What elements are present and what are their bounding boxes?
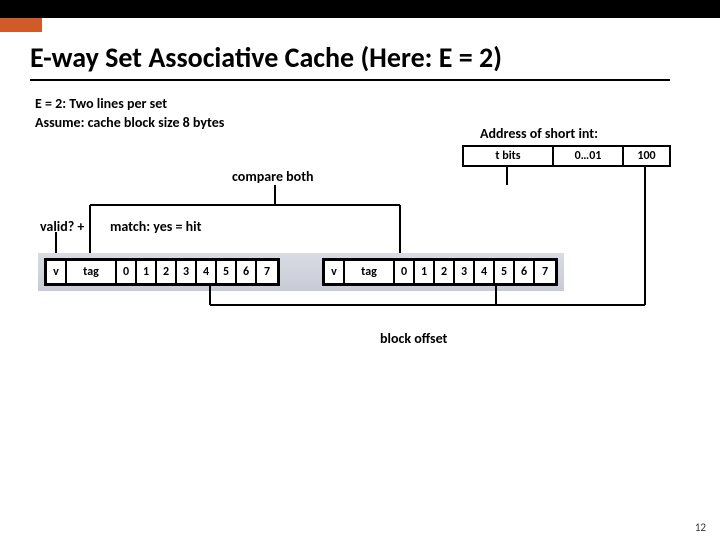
line1-b0: 0	[395, 261, 415, 283]
block-offset-label: block offset	[380, 330, 447, 347]
line1-b6: 6	[515, 261, 535, 283]
subtitle-line2: Assume: cache block size 8 bytes	[35, 114, 224, 131]
top-black-bar	[0, 0, 720, 18]
line1-valid: v	[325, 261, 345, 283]
line0-b6: 6	[237, 261, 257, 283]
line1-tag: tag	[345, 261, 395, 283]
line1-b7: 7	[535, 261, 555, 283]
line1-b5: 5	[495, 261, 515, 283]
line0-tag: tag	[67, 261, 117, 283]
line0-b3: 3	[177, 261, 197, 283]
line0-b5: 5	[217, 261, 237, 283]
line0-b0: 0	[117, 261, 137, 283]
line1-b4: 4	[475, 261, 495, 283]
orange-accent	[0, 18, 42, 32]
line1-b1: 1	[415, 261, 435, 283]
compare-both-label: compare both	[232, 168, 314, 185]
line1-b3: 3	[455, 261, 475, 283]
line0-b7: 7	[257, 261, 277, 283]
address-box: t bits 0…01 100	[462, 145, 671, 167]
address-heading: Address of short int:	[480, 125, 598, 142]
subtitle: E = 2: Two lines per set Assume: cache b…	[35, 95, 224, 133]
address-offset-field: 100	[624, 147, 669, 165]
slide-title: E-way Set Associative Cache (Here: E = 2…	[30, 40, 670, 81]
cache-set-row: v tag 0 1 2 3 4 5 6 7 v tag 0 1 2 3 4 5 …	[38, 253, 564, 291]
match-label: match: yes = hit	[110, 218, 201, 235]
subtitle-line1: E = 2: Two lines per set	[35, 95, 167, 112]
line0-b1: 1	[137, 261, 157, 283]
line1-b2: 2	[435, 261, 455, 283]
line0-valid: v	[47, 261, 67, 283]
line0-b2: 2	[157, 261, 177, 283]
line0-b4: 4	[197, 261, 217, 283]
cache-line-1: v tag 0 1 2 3 4 5 6 7	[322, 258, 558, 286]
valid-label: valid? +	[40, 218, 84, 235]
cache-line-0: v tag 0 1 2 3 4 5 6 7	[44, 258, 280, 286]
address-tag-field: t bits	[464, 147, 554, 165]
address-set-field: 0…01	[554, 147, 624, 165]
page-number: 12	[695, 521, 706, 534]
